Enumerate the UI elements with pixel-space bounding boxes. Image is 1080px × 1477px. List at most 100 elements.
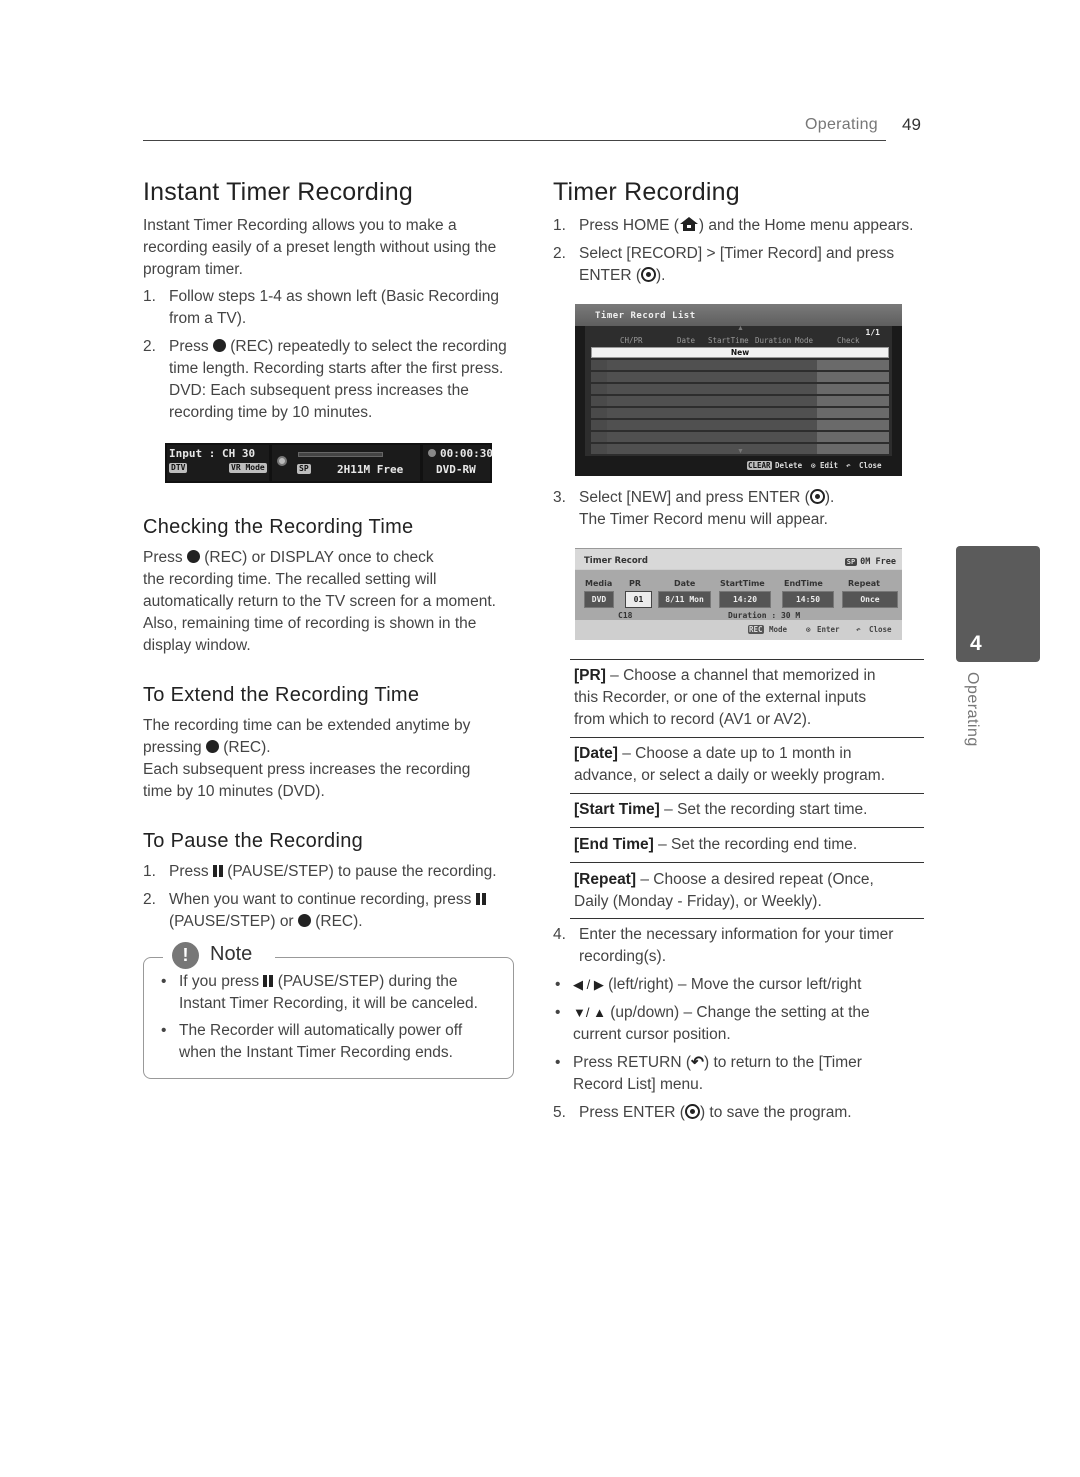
clear-key-badge: CLEAR	[747, 461, 772, 470]
pause-step-1: 1. Press (PAUSE/STEP) to pause the recor…	[143, 863, 497, 880]
column-header: Date	[677, 336, 696, 345]
subheading-pause-recording: To Pause the Recording	[143, 830, 364, 852]
divider	[570, 659, 924, 660]
rec-icon	[186, 550, 200, 563]
left-right-arrows-icon: ◀ / ▶	[573, 977, 604, 992]
bullet-up-down: • ▼/ ▲ (up/down) – Change the setting at…	[555, 1004, 870, 1043]
column-header: Mode	[795, 336, 814, 345]
osd-disc-type: DVD-RW	[436, 463, 476, 476]
pr-field: 01	[625, 591, 652, 608]
right-step-3: 3. Select [NEW] and press ENTER (). The …	[553, 489, 835, 528]
disc-icon	[277, 456, 287, 466]
timer-list-page: 1/1	[865, 328, 880, 337]
delete-hint: Delete	[775, 461, 803, 470]
timer-record-free-space: SP 0M Free	[844, 557, 896, 567]
subheading-checking-recording-time: Checking the Recording Time	[143, 516, 414, 538]
start-time-field: 14:20	[719, 591, 771, 608]
field-label: PR	[629, 579, 642, 588]
right-step-2: 2. Select [RECORD] > [Timer Record] and …	[553, 245, 895, 284]
chapter-label: Operating	[964, 672, 981, 747]
chapter-number: 4	[970, 632, 982, 655]
divider	[570, 737, 924, 738]
timer-list-row	[591, 396, 889, 406]
osd-sp-badge: SP	[297, 464, 311, 474]
osd-dtv-badge: DTV	[169, 463, 188, 473]
column-header: CH/PR	[620, 336, 643, 345]
timer-list-row	[591, 420, 889, 430]
enter-hint-icon: ⊙	[811, 461, 816, 470]
extend-paragraph: The recording time can be extended anyti…	[143, 717, 471, 800]
divider	[570, 862, 924, 863]
section-title-instant-timer-recording: Instant Timer Recording	[143, 178, 413, 206]
right-step-5: 5. Press ENTER () to save the program.	[553, 1104, 852, 1121]
definition-end-time: [End Time] – Set the recording end time.	[574, 836, 858, 853]
end-time-field: 14:50	[782, 591, 834, 608]
enter-hint: Enter	[817, 625, 840, 634]
enter-icon	[684, 1104, 700, 1119]
divider	[570, 918, 924, 919]
enter-icon	[809, 489, 825, 504]
divider	[570, 793, 924, 794]
timer-list-row	[591, 372, 889, 382]
timer-list-row	[591, 432, 889, 442]
bullet-return: • Press RETURN (↶) to return to the [Tim…	[555, 1054, 862, 1093]
scroll-up-icon: ▲	[737, 325, 744, 332]
mode-hint: Mode	[769, 625, 788, 634]
osd-progress-bar	[298, 452, 383, 457]
rec-key-badge: REC	[748, 625, 764, 634]
return-hint-icon: ↶	[846, 461, 851, 470]
note-item: • The Recorder will automatically power …	[161, 1022, 463, 1061]
date-field: 8/11 Mon	[658, 591, 711, 608]
pause-icon	[263, 975, 274, 987]
pause-step-2: 2. When you want to continue recording, …	[143, 889, 523, 933]
subheading-extend-recording-time: To Extend the Recording Time	[143, 684, 420, 706]
column-header: Duration	[755, 336, 792, 345]
field-label: EndTime	[784, 579, 823, 588]
definition-repeat: [Repeat] – Choose a desired repeat (Once…	[574, 871, 874, 910]
column-header: Check	[837, 336, 860, 345]
intro-paragraph: Instant Timer Recording allows you to ma…	[143, 217, 497, 278]
close-hint: Close	[859, 461, 882, 470]
recording-osd-screenshot: Input : CH 30 DTV VR Mode SP 2H11M Free …	[165, 443, 493, 483]
field-label: StartTime	[720, 579, 765, 588]
home-icon	[679, 217, 698, 231]
note-title: Note	[210, 943, 253, 965]
right-step-4: 4. Enter the necessary information for y…	[553, 926, 894, 965]
timer-record-screenshot: Timer Record SP 0M Free Media PR Date Sta…	[575, 548, 902, 640]
rec-icon	[212, 339, 226, 352]
checking-paragraph: Press (REC) or DISPLAY once to check the…	[143, 549, 496, 654]
media-field: DVD	[584, 591, 614, 608]
timer-record-title: Timer Record	[584, 556, 648, 566]
timer-list-title: Timer Record List	[595, 311, 696, 321]
left-step-1: 1. Follow steps 1-4 as shown left (Basic…	[143, 288, 499, 327]
edit-hint: Edit	[820, 461, 839, 470]
channel-label: C18	[618, 611, 633, 620]
section-title-timer-recording: Timer Recording	[553, 178, 740, 206]
timer-list-row	[591, 360, 889, 370]
field-label: Date	[674, 579, 696, 588]
field-label: Media	[585, 579, 613, 588]
exclamation-icon: !	[172, 942, 199, 969]
right-step-1: 1. Press HOME () and the Home menu appea…	[553, 217, 914, 234]
bullet-left-right: • ◀ / ▶ (left/right) – Move the cursor l…	[555, 976, 862, 993]
close-hint: Close	[869, 625, 892, 634]
repeat-field: Once	[842, 591, 898, 608]
enter-hint-icon: ⊙	[806, 625, 811, 634]
left-step-2: 2. Press (REC) repeatedly to select the …	[143, 338, 507, 421]
osd-vr-mode-badge: VR Mode	[229, 463, 267, 473]
note-item: • If you press (PAUSE/STEP) during the I…	[161, 973, 478, 1012]
divider	[570, 827, 924, 828]
definition-start-time: [Start Time] – Set the recording start t…	[574, 801, 868, 818]
rec-icon	[297, 914, 311, 927]
pause-icon	[212, 865, 223, 877]
definition-date: [Date] – Choose a date up to 1 month in …	[574, 745, 886, 784]
timer-record-list-screenshot: Timer Record List ▲ 1/1 CH/PR Date Start…	[575, 304, 902, 476]
osd-elapsed-time: 00:00:30	[440, 447, 493, 460]
page-number: 49	[902, 115, 921, 134]
timer-list-row	[591, 408, 889, 418]
rec-indicator-icon	[428, 449, 436, 457]
up-down-arrows-icon: ▼/ ▲	[573, 1005, 606, 1020]
chapter-tab	[956, 546, 1040, 662]
field-label: Repeat	[848, 579, 880, 588]
rec-icon	[205, 740, 219, 753]
